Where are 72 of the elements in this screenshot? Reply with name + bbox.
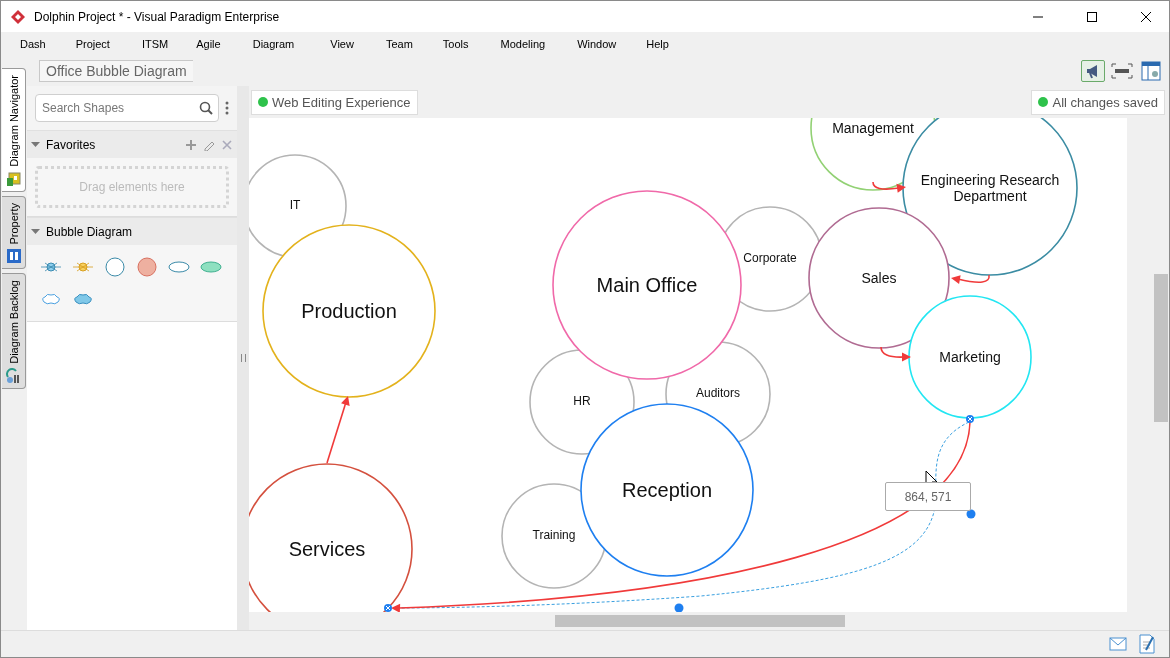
menu-item[interactable]: Modeling [489, 38, 557, 50]
menu-item[interactable]: Diagram [241, 38, 306, 50]
close-icon [221, 138, 233, 151]
search-field[interactable]: Search Shapes [35, 94, 219, 122]
cloud-icon [41, 293, 61, 305]
connector-arrow [872, 181, 906, 193]
maximize-icon [1087, 11, 1097, 22]
close-icon [1141, 11, 1151, 22]
section-header[interactable]: Bubble Diagram [27, 217, 237, 245]
connector-arrow [951, 274, 990, 284]
layout-button[interactable] [1139, 60, 1163, 82]
property-sheet-icon [5, 248, 22, 265]
menu-item[interactable]: Tools [431, 38, 480, 50]
window-title: Dolphin Project * - Visual Paradigm Enterprise [34, 9, 281, 24]
megaphone-button[interactable] [1081, 60, 1105, 82]
menu-item[interactable]: Dash [9, 38, 57, 50]
note-icon [1139, 634, 1155, 654]
bubble-label: Engineering Research Department [919, 171, 1061, 205]
layout-icon [1141, 61, 1161, 81]
caret-icon [31, 141, 40, 148]
sun-bubble-icon [71, 260, 95, 274]
bubble-star-icon [39, 260, 63, 274]
app-logo-icon [10, 8, 26, 25]
bubble-label: Reception [621, 478, 712, 502]
save-status-badge: All changes saved [1031, 89, 1165, 115]
menu-item[interactable]: ITSM [130, 38, 180, 50]
circle-icon [105, 257, 125, 277]
drop-zone: Drag elements here [35, 166, 229, 208]
side-tab[interactable]: Diagram Navigator [2, 68, 26, 192]
menu-item[interactable]: Help [635, 38, 680, 50]
endpoint-handle[interactable] [384, 604, 392, 612]
splitter-grip[interactable] [240, 354, 246, 362]
more-icon [225, 100, 229, 116]
backlog-icon [5, 368, 22, 385]
coordinates-tooltip: 864, 571 [885, 482, 971, 511]
bubble-label: HR [573, 395, 591, 409]
bubble-label: Main Office [596, 273, 698, 297]
filled-circle-icon [137, 257, 157, 277]
ellipse-icon [168, 261, 190, 273]
caret-icon [31, 228, 40, 235]
menu-item[interactable]: View [319, 38, 365, 50]
plus-icon [185, 138, 197, 151]
bubble-label: Management [832, 119, 914, 137]
menu-item[interactable]: Project [64, 38, 121, 50]
side-tab[interactable]: Property [2, 195, 26, 270]
frame-icon [1111, 63, 1133, 79]
bubble-label: IT [289, 199, 301, 213]
bubble-label: Training [532, 529, 576, 543]
section-header[interactable]: Favorites [27, 130, 237, 158]
endpoint-handle[interactable] [966, 415, 974, 423]
search-icon [199, 101, 213, 115]
folder-stack-icon [5, 170, 22, 187]
mail-icon [1109, 637, 1127, 651]
breadcrumb[interactable]: Office Bubble Diagram [39, 60, 193, 82]
frame-button[interactable] [1110, 60, 1134, 82]
bubble-label: Corporate [743, 252, 797, 266]
bubble-label: Auditors [695, 387, 740, 401]
menu-item[interactable]: Window [566, 38, 628, 50]
connector-arrow [880, 346, 911, 362]
menu-item[interactable]: Team [374, 38, 424, 50]
edit-mode-badge: Web Editing Experience [251, 89, 418, 115]
bubble-label: Production [301, 299, 397, 323]
control-handle[interactable] [674, 603, 684, 612]
menu-item[interactable]: Agile [185, 38, 232, 50]
filled-ellipse-icon [200, 261, 222, 273]
bubble-label: Sales [861, 269, 897, 287]
side-tab[interactable]: Diagram Backlog [2, 273, 26, 390]
filled-cloud-icon [73, 293, 93, 305]
connector-arrow [326, 396, 350, 464]
control-handle[interactable] [966, 509, 976, 519]
bubble-label: Marketing [939, 348, 1001, 366]
bubble-label: Services [288, 537, 366, 561]
